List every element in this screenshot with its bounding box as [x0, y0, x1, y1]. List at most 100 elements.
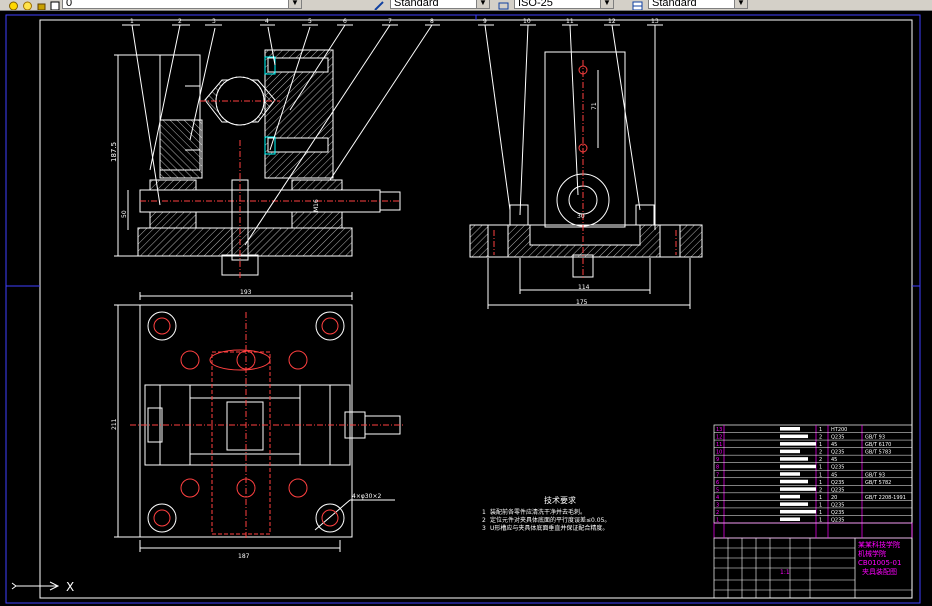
- bom-name-block: [780, 494, 800, 499]
- dim-style-dropdown[interactable]: ISO-25 ▼: [514, 0, 614, 9]
- table-style-dropdown[interactable]: Standard ▼: [648, 0, 748, 9]
- layer-value: 0: [66, 0, 73, 9]
- dim-front-height: 187.5: [110, 142, 118, 162]
- bom-cell-mat: Q235: [831, 435, 844, 441]
- dim-side-center: 30: [577, 213, 585, 220]
- sun-icon[interactable]: [22, 0, 33, 10]
- title-scale: 1:1: [780, 569, 790, 576]
- bom-cell-std: GB/T 5782: [865, 480, 891, 486]
- bom-cell-std: GB/T 6170: [865, 442, 891, 448]
- bom-name-block: [780, 427, 800, 431]
- text-style-dropdown[interactable]: Standard ▼: [390, 0, 490, 9]
- part-number-6: 6: [343, 18, 347, 25]
- side-view: [469, 51, 703, 309]
- dim-side-top: 71: [591, 102, 598, 110]
- dim-style-value: ISO-25: [518, 0, 553, 9]
- dim-style-icon[interactable]: [498, 0, 509, 10]
- ucs-x-label: X: [66, 580, 74, 594]
- part-number-10: 10: [523, 18, 531, 25]
- bom-cell-qty: 1: [819, 510, 822, 516]
- bom-cell-std: GB/T 93: [865, 435, 885, 441]
- bom-name-block: [780, 517, 800, 521]
- bom-cell-no: 2: [716, 510, 719, 516]
- bom-name-block: [780, 509, 816, 514]
- bom-cell-no: 3: [716, 502, 719, 508]
- bom-cell-mat: HT200: [831, 427, 847, 433]
- bom-cell-qty: 2: [819, 457, 822, 463]
- tech-req-text-1: 装配前各零件应清洗干净并去毛刺。: [490, 508, 586, 516]
- part-number-7: 7: [388, 18, 392, 25]
- part-number-1: 1: [130, 18, 134, 25]
- dim-plan-bottom: 187: [238, 553, 250, 560]
- bom-cell-qty: 1: [819, 427, 822, 433]
- bom-cell-mat: Q235: [831, 502, 844, 508]
- bom-name-block: [780, 434, 808, 439]
- bom-cell-no: 13: [716, 427, 722, 433]
- title-school: 某某科技学院: [858, 540, 900, 549]
- bom-cell-mat: 20: [831, 495, 837, 501]
- part-number-9: 9: [483, 18, 487, 25]
- tech-req-title: 技术要求: [544, 495, 576, 505]
- bom-cell-qty: 2: [819, 435, 822, 441]
- bom-cell-no: 10: [716, 450, 722, 456]
- bom-cell-no: 9: [716, 457, 719, 463]
- bom-cell-qty: 1: [819, 442, 822, 448]
- toolbar: 0 ▼ Standard ▼ ISO-25 ▼ Standard ▼: [0, 0, 932, 11]
- bom-cell-qty: 1: [819, 502, 822, 508]
- bom-cell-std: GB/T 2208-1991: [865, 495, 906, 501]
- bom-cell-no: 5: [716, 487, 719, 493]
- bom-cell-std: GB/T 5783: [865, 450, 891, 456]
- part-number-13: 13: [651, 18, 659, 25]
- bom-cell-no: 11: [716, 442, 722, 448]
- bom-cell-mat: 45: [831, 457, 837, 463]
- chevron-down-icon: ▼: [476, 0, 489, 8]
- bom-cell-qty: 1: [819, 495, 822, 501]
- title-sub: 机械学院: [858, 549, 886, 558]
- lock-icon[interactable]: [36, 0, 47, 10]
- sheet-frame: [5, 14, 921, 604]
- bom-cell-mat: Q235: [831, 487, 844, 493]
- bom-cell-no: 8: [716, 465, 719, 471]
- table-style-icon[interactable]: [632, 0, 643, 10]
- dim-front-thread: M16: [313, 199, 320, 212]
- part-number-3: 3: [212, 18, 216, 25]
- part-number-11: 11: [566, 18, 574, 25]
- part-number-8: 8: [430, 18, 434, 25]
- bom-cell-qty: 1: [819, 480, 822, 486]
- lightbulb-icon[interactable]: [8, 0, 19, 10]
- plan-view: [114, 292, 405, 552]
- bom-rows: 13 1 HT20012 2 Q235 GB/T 9311 1 45 GB/T 617010 2 Q…: [714, 427, 912, 524]
- bom-cell-qty: 1: [819, 472, 822, 478]
- layer-dropdown[interactable]: 0 ▼: [62, 0, 302, 9]
- dim-plan-height: 211: [111, 418, 118, 430]
- text-style-icon[interactable]: [374, 0, 385, 10]
- bom-cell-mat: Q235: [831, 450, 844, 456]
- dim-front-small: 50: [121, 210, 128, 218]
- bom-name-block: [780, 464, 816, 469]
- bom-cell-no: 1: [716, 518, 719, 524]
- dim-plan-width: 193: [240, 289, 252, 296]
- dim-side-span-inner: 114: [578, 284, 590, 291]
- chevron-down-icon: ▼: [288, 0, 301, 8]
- bom-cell-mat: Q235: [831, 480, 844, 486]
- table-style-value: Standard: [652, 0, 697, 9]
- bom-cell-qty: 2: [819, 450, 822, 456]
- tech-req-text-3: U形槽应与夹具体底面垂直并保证配合精度。: [490, 524, 608, 532]
- bom-name-block: [780, 479, 808, 484]
- bom-name-block: [780, 502, 808, 506]
- bom-cell-qty: 1: [819, 518, 822, 524]
- chevron-down-icon: ▼: [734, 0, 747, 8]
- bom-cell-mat: 45: [831, 442, 837, 448]
- bom-name-block: [780, 457, 808, 461]
- color-swatch-icon[interactable]: [50, 0, 61, 10]
- bom-cell-mat: 45: [831, 472, 837, 478]
- drawing-canvas[interactable]: 187.5 50 M16 1 2 3 4 5 6 7 8 71 30 114 1…: [0, 11, 932, 606]
- bom-cell-no: 4: [716, 495, 719, 501]
- bom-cell-mat: Q235: [831, 465, 844, 471]
- tech-req-text-2: 定位元件对夹具体底面的平行度误差≤0.05。: [490, 516, 610, 524]
- tech-req-num-1: 1: [482, 509, 486, 516]
- front-view: [114, 49, 401, 278]
- part-number-4: 4: [265, 18, 269, 25]
- tech-req-num-2: 2: [482, 517, 486, 524]
- part-number-12: 12: [608, 18, 616, 25]
